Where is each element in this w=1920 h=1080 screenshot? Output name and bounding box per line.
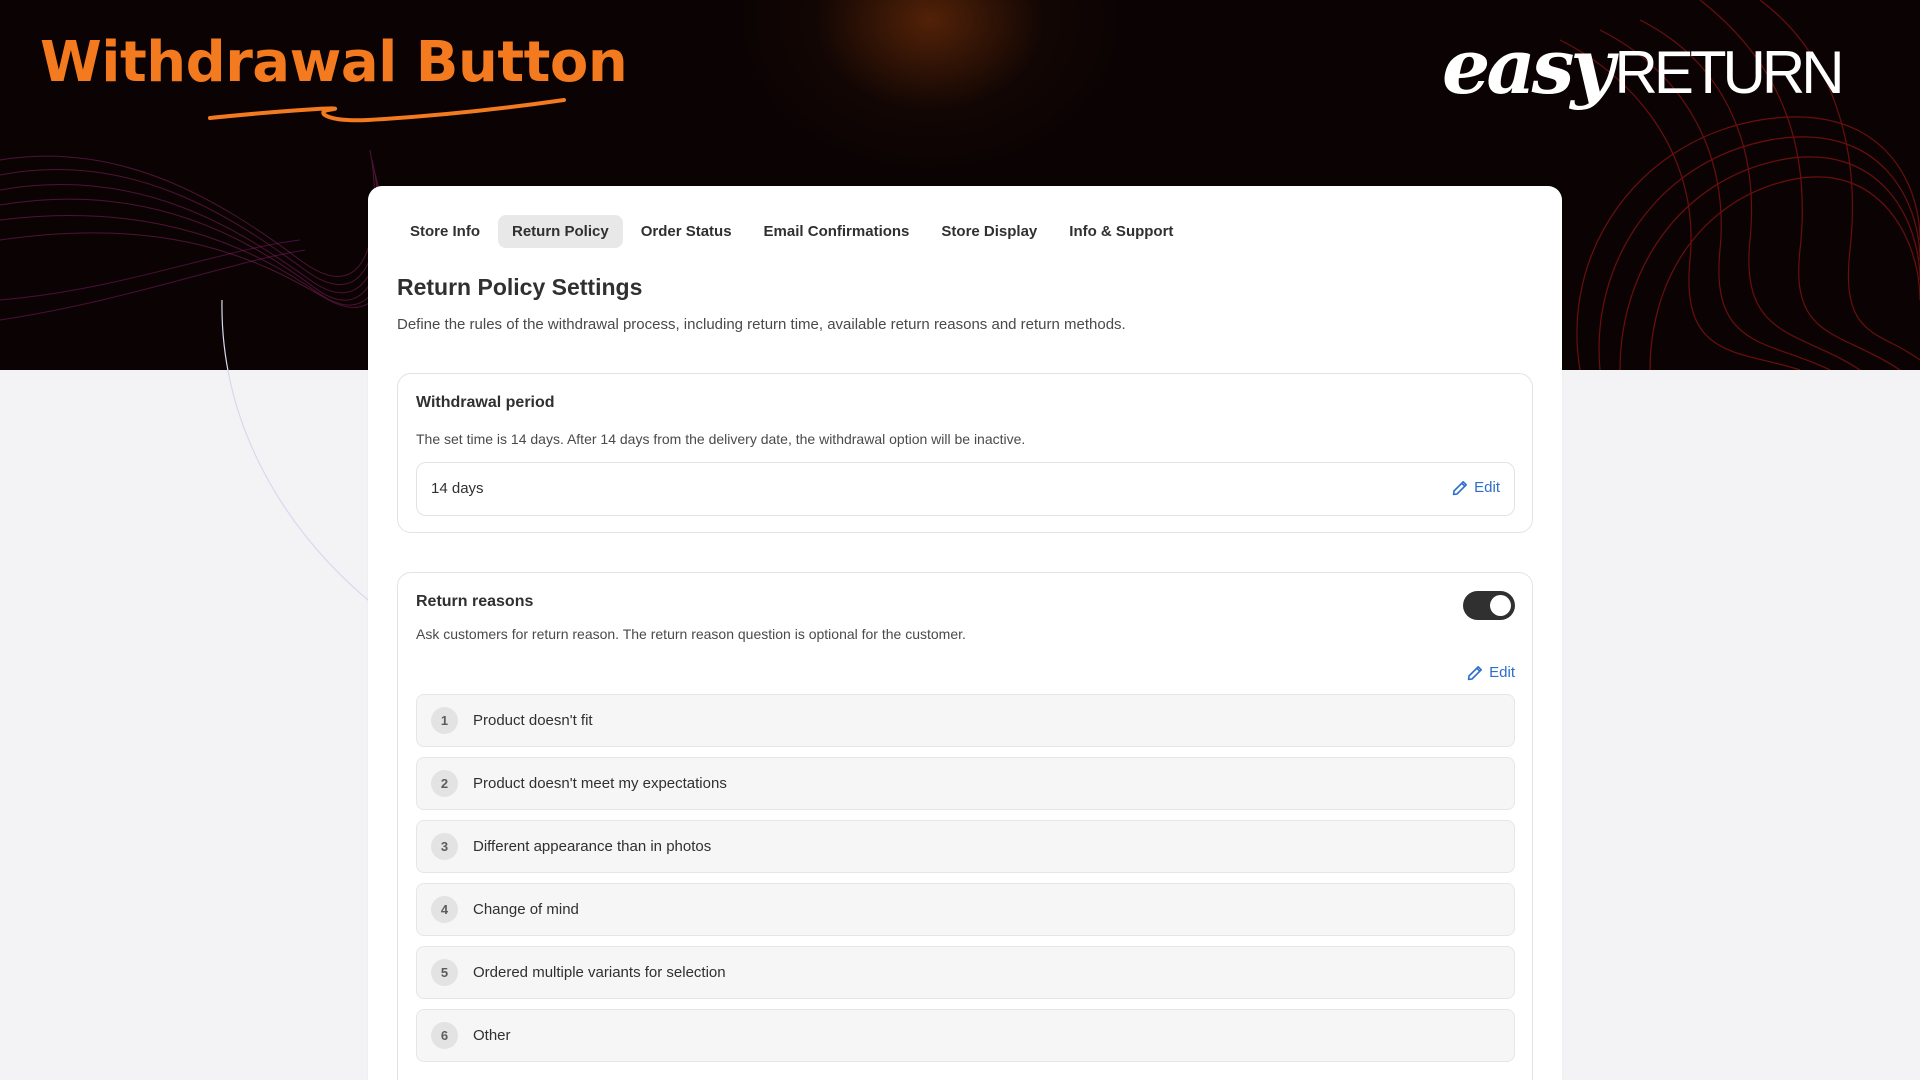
list-item[interactable]: 5 Ordered multiple variants for selectio… [416,946,1515,999]
reason-label: Product doesn't meet my expectations [473,775,727,792]
tab-return-policy[interactable]: Return Policy [498,215,623,248]
brand-logo-return: RETURN [1614,39,1845,106]
reason-number-badge: 3 [431,833,458,860]
brand-logo-easy: easy [1442,22,1615,111]
orange-underline-swoosh [208,98,566,123]
withdrawal-period-heading: Withdrawal period [416,394,555,411]
return-reasons-heading: Return reasons [416,593,534,610]
withdrawal-period-panel: Withdrawal period The set time is 14 day… [397,373,1533,533]
return-reasons-list: 1 Product doesn't fit 2 Product doesn't … [416,694,1515,1072]
list-item[interactable]: 1 Product doesn't fit [416,694,1515,747]
reason-label: Product doesn't fit [473,712,593,729]
tab-email-confirmations[interactable]: Email Confirmations [750,215,924,248]
reason-number-badge: 1 [431,707,458,734]
withdrawal-period-description: The set time is 14 days. After 14 days f… [416,431,1026,447]
brand-logo: easy RETURN [1442,22,1845,122]
tab-store-info[interactable]: Store Info [396,215,494,248]
reason-number-badge: 6 [431,1022,458,1049]
tab-store-display[interactable]: Store Display [927,215,1051,248]
list-item[interactable]: 3 Different appearance than in photos [416,820,1515,873]
return-reasons-panel: Return reasons Ask customers for return … [397,572,1533,1080]
toggle-knob [1490,595,1511,616]
withdrawal-period-edit-label: Edit [1474,479,1500,496]
decorative-arc [221,300,381,611]
reason-number-badge: 2 [431,770,458,797]
tab-info-support[interactable]: Info & Support [1055,215,1187,248]
withdrawal-period-value: 14 days [431,480,484,497]
page-title: Return Policy Settings [397,274,643,300]
settings-tabs: Store Info Return Policy Order Status Em… [396,215,1187,248]
pencil-icon [1452,480,1468,495]
withdrawal-period-field: 14 days Edit [416,462,1515,516]
list-item[interactable]: 2 Product doesn't meet my expectations [416,757,1515,810]
return-reasons-edit-button[interactable]: Edit [1467,664,1515,681]
reason-number-badge: 5 [431,959,458,986]
return-reasons-toggle[interactable] [1463,591,1515,620]
reason-label: Ordered multiple variants for selection [473,964,726,981]
withdrawal-period-edit-button[interactable]: Edit [1452,479,1500,496]
list-item[interactable]: 4 Change of mind [416,883,1515,936]
reason-label: Other [473,1027,511,1044]
return-reasons-edit-label: Edit [1489,664,1515,681]
page: Withdrawal Button easy RETURN Store Info… [0,0,1920,1080]
pencil-icon [1467,665,1483,680]
page-description: Define the rules of the withdrawal proce… [397,316,1126,333]
settings-card: Store Info Return Policy Order Status Em… [368,186,1562,1080]
tab-order-status[interactable]: Order Status [627,215,746,248]
reason-label: Different appearance than in photos [473,838,712,855]
reason-label: Change of mind [473,901,579,918]
hero-title: Withdrawal Button [40,30,628,95]
return-reasons-description: Ask customers for return reason. The ret… [416,626,966,642]
reason-number-badge: 4 [431,896,458,923]
list-item[interactable]: 6 Other [416,1009,1515,1062]
